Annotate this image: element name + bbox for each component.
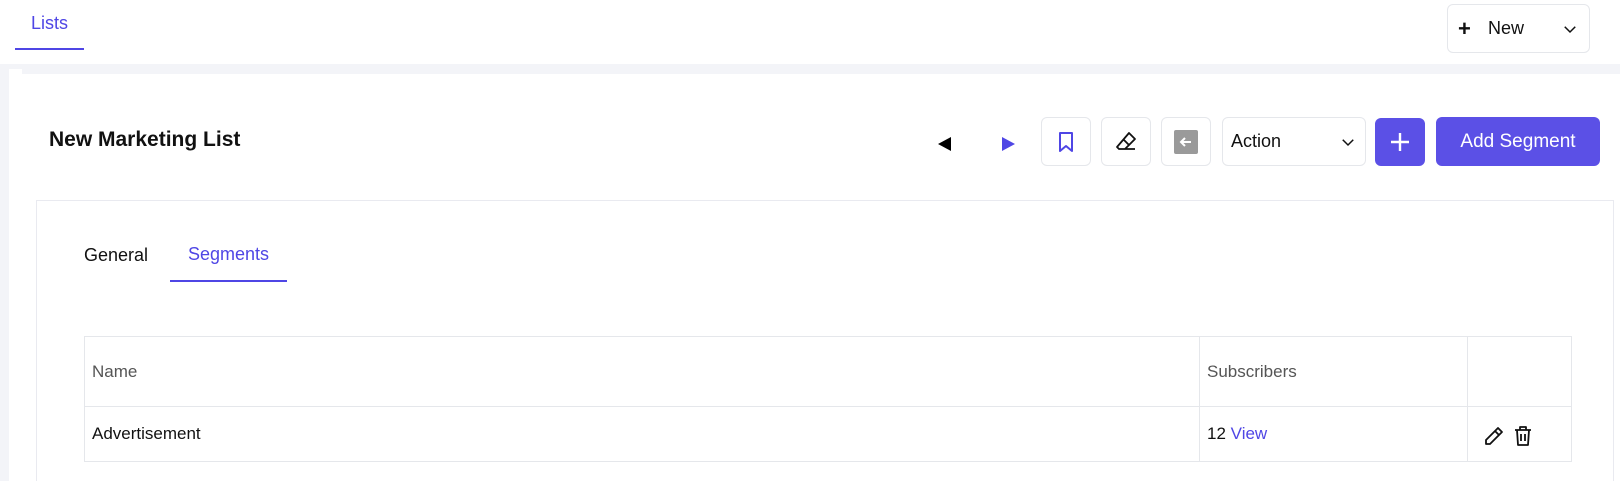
table-header-row: Name Subscribers (84, 336, 1572, 407)
eraser-icon (1116, 131, 1136, 150)
action-select[interactable]: Action (1222, 117, 1366, 166)
tab-segments[interactable]: Segments (170, 236, 287, 282)
segment-name: Advertisement (84, 406, 1200, 462)
new-button-label: New (1488, 18, 1525, 38)
tab-lists[interactable]: Lists (15, 0, 84, 50)
view-subscribers-link[interactable]: View (1231, 424, 1268, 443)
bookmark-button[interactable] (1041, 117, 1091, 166)
subscribers-cell: 12 View (1199, 406, 1468, 462)
next-record-icon[interactable] (998, 134, 1018, 154)
add-button[interactable] (1375, 118, 1425, 166)
plus-icon (1391, 133, 1409, 151)
table-row: Advertisement 12 View (84, 406, 1572, 462)
previous-record-icon[interactable] (935, 134, 955, 154)
chevron-down-icon (1561, 20, 1579, 38)
pencil-icon[interactable] (1483, 425, 1505, 447)
column-header-actions (1467, 336, 1572, 407)
bookmark-icon (1059, 131, 1073, 152)
page-title: New Marketing List (49, 128, 241, 151)
chevron-down-icon (1339, 133, 1357, 151)
plus-icon: + (1458, 15, 1471, 41)
trash-icon[interactable] (1513, 425, 1533, 447)
tab-general[interactable]: General (84, 245, 148, 266)
segments-table: Name Subscribers Advertisement 12 View (84, 336, 1572, 462)
column-header-name: Name (84, 336, 1200, 407)
arrow-left-icon (1174, 129, 1198, 154)
subscriber-count: 12 (1207, 424, 1226, 443)
column-header-subscribers: Subscribers (1199, 336, 1468, 407)
row-actions (1467, 406, 1572, 462)
add-segment-button[interactable]: Add Segment (1436, 117, 1600, 166)
top-bar: Lists + New (0, 0, 1620, 64)
back-button[interactable] (1161, 117, 1211, 166)
action-select-value: Action (1231, 131, 1282, 151)
new-button[interactable]: + New (1447, 4, 1590, 53)
edit-button[interactable] (1101, 117, 1151, 166)
